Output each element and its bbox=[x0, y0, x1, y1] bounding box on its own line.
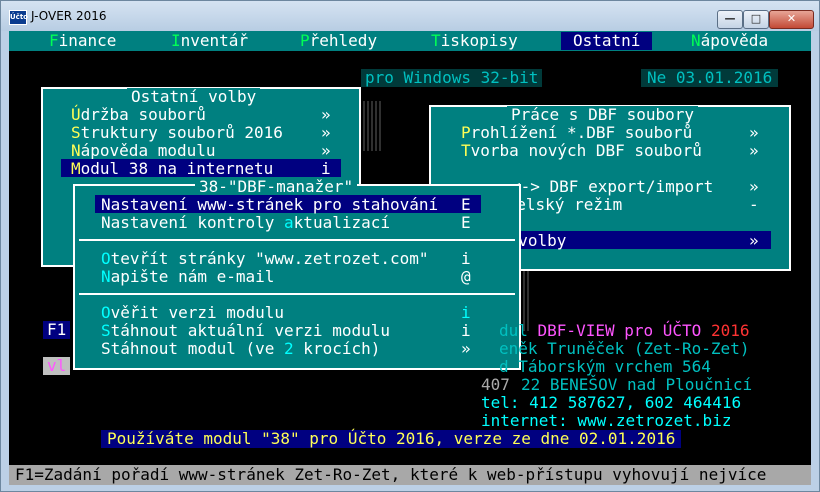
menu-item-nastaveni-www[interactable]: Nastavení www-stránek pro stahování bbox=[101, 196, 438, 214]
app-icon: Účto bbox=[9, 10, 28, 25]
window-title: J-OVER 2016 bbox=[31, 9, 107, 23]
menu-napoveda[interactable]: Nápověda bbox=[691, 32, 768, 50]
app-window: Účto J-OVER 2016 — □ ✕ Finance Inventář … bbox=[0, 0, 820, 492]
dbf-panel-title: Práce s DBF soubory bbox=[507, 106, 699, 124]
date-label: Ne 03.01.2016 bbox=[641, 69, 779, 87]
menu-item-napiste-email[interactable]: Napište nám e-mail bbox=[101, 268, 274, 286]
menu-item-kontrola-aktualizaci[interactable]: Nastavení kontroly aktualizací bbox=[101, 214, 390, 232]
menu-item-overit-verzi[interactable]: Ověřit verzi modulu bbox=[101, 304, 284, 322]
submenu-arrow: » bbox=[321, 105, 331, 124]
menu-item-struktury[interactable]: Struktury souborů 2016 bbox=[71, 124, 283, 142]
about-phone: tel: 412 587627, 602 464416 bbox=[481, 393, 742, 412]
maximize-button[interactable]: □ bbox=[743, 10, 769, 29]
about-city: 22 BENEŠOV nad Ploučnicí bbox=[521, 375, 753, 394]
marker-e: E bbox=[461, 213, 471, 232]
status-bar: F1=Zadání pořadí www-stránek Zet-Ro-Zet,… bbox=[9, 465, 811, 485]
menu-prehledy[interactable]: Přehledy bbox=[300, 32, 377, 50]
menu-item-modul-38[interactable]: Modul 38 na internetu bbox=[71, 160, 273, 178]
menu-inventar[interactable]: Inventář bbox=[171, 32, 248, 50]
submenu-arrow: » bbox=[749, 231, 759, 250]
about-postcode: 407 bbox=[481, 375, 510, 394]
submenu-arrow: » bbox=[749, 123, 759, 142]
menu-item-tvorba[interactable]: Tvorba nových DBF souborů bbox=[461, 142, 702, 160]
version-line: Používáte modul "38" pro Účto 2016, verz… bbox=[101, 430, 682, 448]
menu-bar: Finance Inventář Přehledy Tiskopisy Osta… bbox=[9, 31, 811, 51]
menu-item-udrzba[interactable]: Údržba souborů bbox=[71, 106, 206, 124]
marker-i: i bbox=[461, 303, 471, 322]
menu-item-stahnout-modul[interactable]: Stáhnout modul (ve 2 krocích) bbox=[101, 340, 380, 358]
submenu-arrow: » bbox=[749, 177, 759, 196]
ostatni-volby-title: Ostatní volby bbox=[127, 88, 261, 106]
submenu-arrow: » bbox=[321, 141, 331, 160]
menu-item-napoveda-modulu[interactable]: Nápověda modulu bbox=[71, 142, 216, 160]
toggle-marker: - bbox=[749, 195, 759, 214]
console-area: Finance Inventář Přehledy Tiskopisy Osta… bbox=[9, 31, 811, 485]
about-module: dul DBF-VIEW pro ÚČTO 2016 bbox=[499, 321, 750, 340]
bg-pattern bbox=[361, 101, 381, 151]
marker-e: E bbox=[461, 195, 471, 214]
menu-tiskopisy[interactable]: Tiskopisy bbox=[431, 32, 518, 50]
submenu-arrow: » bbox=[461, 339, 471, 358]
menu-item-stahnout-verzi[interactable]: Stáhnout aktuální verzi modulu bbox=[101, 322, 390, 340]
submenu-arrow: » bbox=[749, 141, 759, 160]
about-street: d Táborským vrchem 564 bbox=[499, 357, 711, 376]
marker-at: @ bbox=[461, 267, 471, 286]
menu-ostatni[interactable]: Ostatní bbox=[561, 32, 653, 50]
menu-item-export-import[interactable]: <-> DBF export/import bbox=[511, 178, 713, 196]
marker-i: i bbox=[461, 321, 471, 340]
platform-label: pro Windows 32-bit bbox=[361, 69, 543, 87]
status-text: F1=Zadání pořadí www-stránek Zet-Ro-Zet,… bbox=[15, 465, 767, 484]
submenu-arrow: » bbox=[321, 123, 331, 142]
dbf-manager-title: 38-"DBF-manažer" bbox=[195, 178, 358, 196]
minimize-button[interactable]: — bbox=[717, 10, 743, 29]
close-button[interactable]: ✕ bbox=[769, 10, 814, 29]
about-web: internet: www.zetrozet.biz bbox=[481, 411, 732, 430]
title-bar[interactable]: Účto J-OVER 2016 — □ ✕ bbox=[1, 1, 819, 31]
menu-item-prohlizeni[interactable]: Prohlížení *.DBF souborů bbox=[461, 124, 692, 142]
separator bbox=[79, 293, 515, 295]
menu-item-otevrit-stranky[interactable]: Otevřít stránky "www.zetrozet.com" bbox=[101, 250, 429, 268]
f1-fragment: F1 bbox=[43, 321, 71, 339]
about-author: eněk Truněček (Zet-Ro-Zet) bbox=[499, 339, 750, 358]
vl-fragment: vl bbox=[43, 357, 71, 375]
menu-finance[interactable]: Finance bbox=[49, 32, 116, 50]
info-marker: i bbox=[321, 159, 331, 178]
marker-i: i bbox=[461, 249, 471, 268]
separator bbox=[79, 239, 515, 241]
